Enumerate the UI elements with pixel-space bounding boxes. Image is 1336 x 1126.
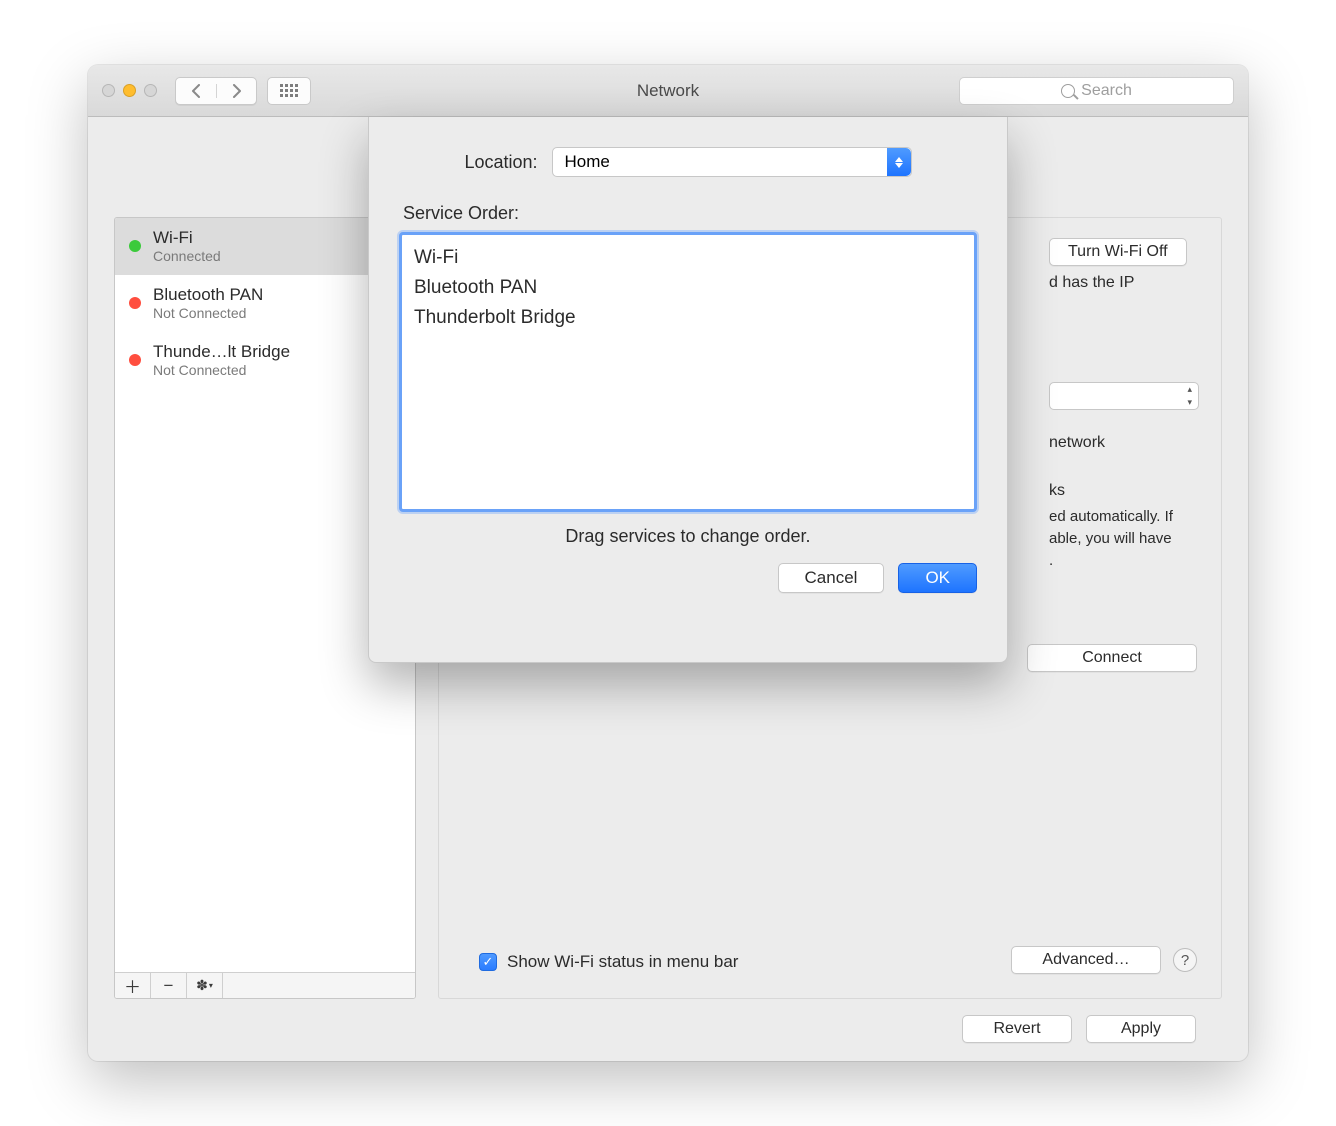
minimize-window-button[interactable] [123, 84, 136, 97]
obscured-content: Turn Wi-Fi Off d has the IP ▴▾ network k… [1049, 238, 1199, 571]
remove-service-button[interactable]: − [151, 973, 187, 998]
service-name: Bluetooth PAN [153, 285, 263, 305]
window-controls [102, 84, 157, 97]
popup-arrows-icon [887, 148, 911, 176]
service-actions-menu[interactable]: ✽ ▾ [187, 973, 223, 998]
search-icon [1061, 84, 1075, 98]
back-button[interactable] [176, 84, 216, 98]
chevron-down-icon: ▾ [209, 981, 213, 990]
text-fragment: network [1049, 434, 1199, 452]
location-value: Home [565, 152, 610, 172]
add-service-button[interactable]: ＋ [115, 973, 151, 998]
status-dot-icon [129, 354, 141, 366]
show-in-menubar-row: ✓ Show Wi-Fi status in menu bar [479, 952, 738, 972]
apply-button[interactable]: Apply [1086, 1015, 1196, 1043]
advanced-row: Advanced… ? [1011, 946, 1197, 974]
zoom-window-button[interactable] [144, 84, 157, 97]
service-status: Not Connected [153, 305, 263, 321]
network-select[interactable]: ▴▾ [1049, 382, 1199, 410]
preferences-window: Network Search Wi-Fi Connected [88, 65, 1248, 1061]
checkmark-icon: ✓ [483, 954, 494, 970]
help-button[interactable]: ? [1173, 948, 1197, 972]
ok-button[interactable]: OK [898, 563, 977, 593]
service-name: Thunde…lt Bridge [153, 342, 290, 362]
connect-button[interactable]: Connect [1027, 644, 1197, 672]
auto-join-text-fragment: ed automatically. If able, you will have… [1049, 506, 1199, 571]
sidebar-footer: ＋ − ✽ ▾ [115, 972, 415, 998]
order-item[interactable]: Thunderbolt Bridge [412, 303, 964, 333]
location-popup[interactable]: Home [552, 147, 912, 177]
gear-icon: ✽ [196, 977, 208, 994]
service-name: Wi-Fi [153, 228, 221, 248]
drag-hint: Drag services to change order. [399, 526, 977, 547]
chevron-left-icon [191, 84, 201, 98]
show-in-menubar-label: Show Wi-Fi status in menu bar [507, 952, 738, 972]
ip-text-fragment: d has the IP [1049, 274, 1199, 292]
window-footer: Revert Apply [114, 999, 1222, 1043]
show-in-menubar-checkbox[interactable]: ✓ [479, 953, 497, 971]
advanced-button[interactable]: Advanced… [1011, 946, 1161, 974]
location-row: Location: Home [399, 147, 977, 177]
sheet-buttons: Cancel OK [399, 563, 977, 593]
service-order-sheet: Location: Home Service Order: Wi-Fi Blue… [368, 117, 1008, 663]
search-placeholder: Search [1081, 82, 1132, 100]
order-item[interactable]: Bluetooth PAN [412, 273, 964, 303]
status-dot-icon [129, 297, 141, 309]
search-field[interactable]: Search [959, 77, 1234, 105]
nav-back-forward [175, 77, 257, 105]
text-fragment: ks [1049, 482, 1199, 500]
status-dot-icon [129, 240, 141, 252]
titlebar: Network Search [88, 65, 1248, 117]
show-all-button[interactable] [267, 77, 311, 105]
forward-button[interactable] [216, 84, 256, 98]
service-status: Connected [153, 248, 221, 264]
service-status: Not Connected [153, 362, 290, 378]
grid-icon [280, 84, 298, 97]
location-label: Location: [464, 152, 537, 173]
turn-wifi-off-button[interactable]: Turn Wi-Fi Off [1049, 238, 1187, 266]
cancel-button[interactable]: Cancel [778, 563, 885, 593]
stepper-icon: ▴▾ [1187, 384, 1192, 408]
order-item[interactable]: Wi-Fi [412, 243, 964, 273]
chevron-right-icon [232, 84, 242, 98]
close-window-button[interactable] [102, 84, 115, 97]
service-order-list[interactable]: Wi-Fi Bluetooth PAN Thunderbolt Bridge [399, 232, 977, 512]
revert-button[interactable]: Revert [962, 1015, 1072, 1043]
service-order-label: Service Order: [403, 203, 977, 224]
sidebar-footer-fill [223, 973, 415, 998]
